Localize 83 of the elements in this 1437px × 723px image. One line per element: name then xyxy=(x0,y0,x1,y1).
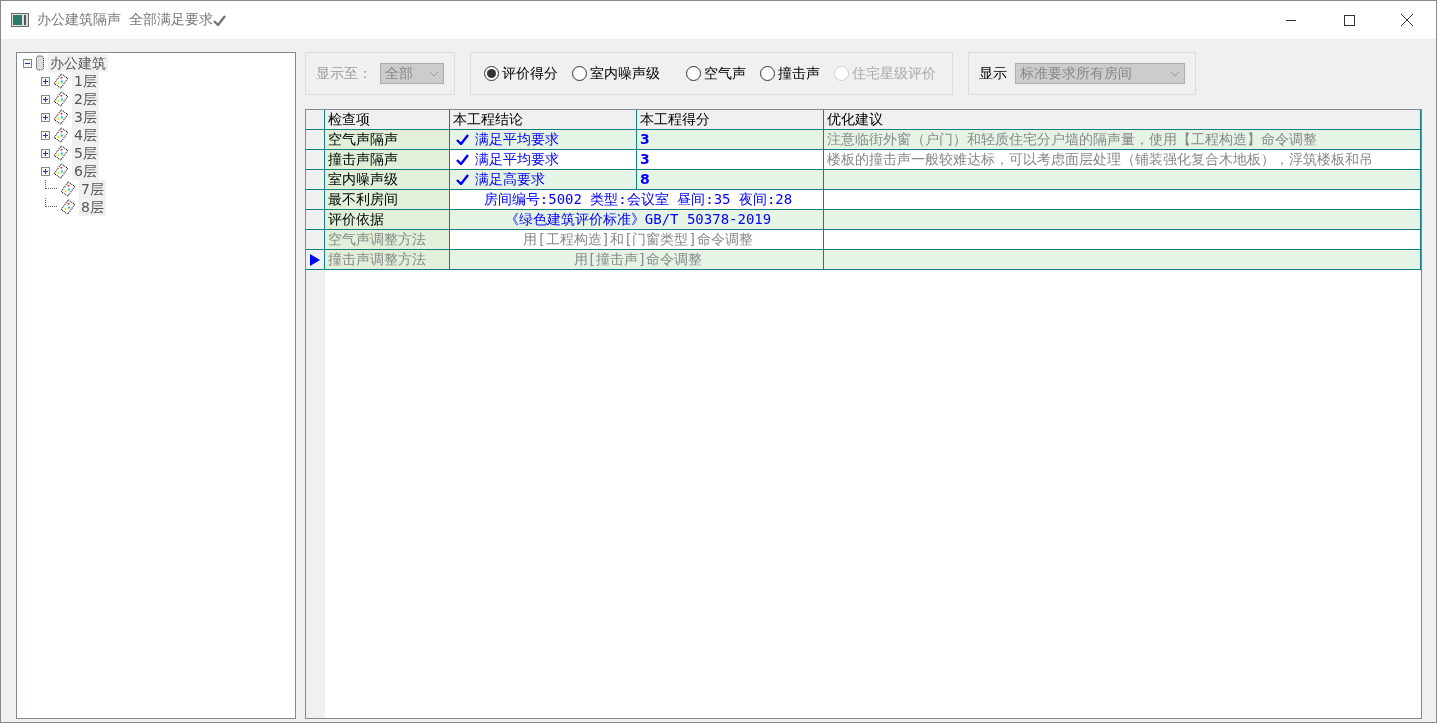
table-cell: 空气声隔声 xyxy=(325,130,450,150)
expand-toggle[interactable] xyxy=(41,130,50,140)
table-cell: 撞击声隔声 xyxy=(325,150,450,170)
close-icon xyxy=(1401,14,1413,26)
row-header-cell[interactable] xyxy=(306,130,325,150)
window-title: 办公建筑隔声 xyxy=(37,11,121,29)
tree-item[interactable]: 4层 xyxy=(72,126,99,144)
mode-radio[interactable]: 空气声 xyxy=(686,64,746,83)
plus-icon xyxy=(42,149,49,157)
table-cell: 最不利房间 xyxy=(325,190,450,210)
plus-icon xyxy=(42,95,49,103)
mode-radio[interactable]: 撞击声 xyxy=(760,64,820,83)
radio-circle[interactable] xyxy=(484,66,499,81)
table-cell: 注意临街外窗（户门）和轻质住宅分户墙的隔声量，使用【工程构造】命令调整 xyxy=(824,130,1421,150)
maximize-icon xyxy=(1343,14,1355,26)
floor-icon xyxy=(53,145,69,161)
table-cell: 3 xyxy=(637,130,824,150)
show-to-label: 显示至： xyxy=(316,64,372,83)
radio-circle[interactable] xyxy=(572,66,587,81)
tree-item[interactable]: 7层 xyxy=(79,180,106,198)
floor-icon xyxy=(60,181,76,197)
table-cell: 用[撞击声]命令调整 xyxy=(450,250,824,270)
expand-toggle[interactable] xyxy=(41,94,50,104)
check-icon xyxy=(456,154,469,165)
tree-item[interactable]: 8层 xyxy=(79,198,106,216)
row-header-cell[interactable] xyxy=(306,190,325,210)
floor-icon xyxy=(60,199,76,215)
tree-item[interactable]: 2层 xyxy=(72,90,99,108)
row-pointer-icon xyxy=(310,253,320,266)
row-header-cell[interactable] xyxy=(306,170,325,190)
table-cell: 楼板的撞击声一般较难达标，可以考虑面层处理（铺装强化复合木地板），浮筑楼板和吊 xyxy=(824,150,1421,170)
display-label: 显示 xyxy=(979,64,1007,83)
row-header-cell[interactable] xyxy=(306,210,325,230)
mode-radio[interactable]: 室内噪声级 xyxy=(572,64,660,83)
table-cell: 评价依据 xyxy=(325,210,450,230)
table-cell: 空气声调整方法 xyxy=(325,230,450,250)
corner-header-cell xyxy=(306,110,325,130)
expand-toggle[interactable] xyxy=(41,148,50,158)
tree-item[interactable]: 1层 xyxy=(72,72,99,90)
caret-icon xyxy=(1170,70,1180,77)
plus-icon xyxy=(42,77,49,85)
conclusion-text: 满足高要求 xyxy=(475,170,545,189)
building-icon xyxy=(35,55,45,71)
check-icon xyxy=(456,134,469,145)
collapse-toggle[interactable] xyxy=(23,58,32,68)
radio-circle[interactable] xyxy=(760,66,775,81)
expand-toggle[interactable] xyxy=(41,76,50,86)
column-header: 优化建议 xyxy=(824,110,1421,130)
column-header: 本工程得分 xyxy=(637,110,824,130)
conclusion-text: 满足平均要求 xyxy=(475,130,559,149)
tree-item[interactable]: 办公建筑 xyxy=(48,54,108,72)
table-cell: 室内噪声级 xyxy=(325,170,450,190)
table-cell: 用[工程构造]和[门窗类型]命令调整 xyxy=(450,230,824,250)
table-cell: 撞击声调整方法 xyxy=(325,250,450,270)
conclusion-text: 满足平均要求 xyxy=(475,150,559,169)
table-cell: 《绿色建筑评价标准》GB/T 50378-2019 xyxy=(450,210,824,230)
plus-icon xyxy=(42,113,49,121)
plus-icon xyxy=(42,167,49,175)
caret-icon xyxy=(429,70,439,77)
tree-item[interactable]: 5层 xyxy=(72,144,99,162)
column-header: 本工程结论 xyxy=(450,110,637,130)
status-text: 全部满足要求 xyxy=(129,11,213,29)
app-icon xyxy=(11,13,29,27)
table-cell: 8 xyxy=(637,170,824,190)
check-icon xyxy=(456,174,469,185)
minimize-icon xyxy=(1286,19,1296,21)
expand-toggle[interactable] xyxy=(41,166,50,176)
column-header: 检查项 xyxy=(325,110,450,130)
floor-icon xyxy=(53,91,69,107)
row-header-cell[interactable] xyxy=(306,150,325,170)
mode-radio[interactable]: 评价得分 xyxy=(484,64,558,83)
expand-toggle[interactable] xyxy=(41,112,50,122)
tree-item[interactable]: 6层 xyxy=(72,162,99,180)
floor-icon xyxy=(53,73,69,89)
floor-icon xyxy=(53,127,69,143)
plus-icon xyxy=(42,131,49,139)
table-cell: 3 xyxy=(637,150,824,170)
tree-item[interactable]: 3层 xyxy=(72,108,99,126)
radio-circle[interactable] xyxy=(686,66,701,81)
floor-icon xyxy=(53,109,69,125)
floor-icon xyxy=(53,163,69,179)
check-icon xyxy=(213,14,226,26)
table-cell: 房间编号:5002 类型:会议室 昼间:35 夜间:28 xyxy=(450,190,824,210)
